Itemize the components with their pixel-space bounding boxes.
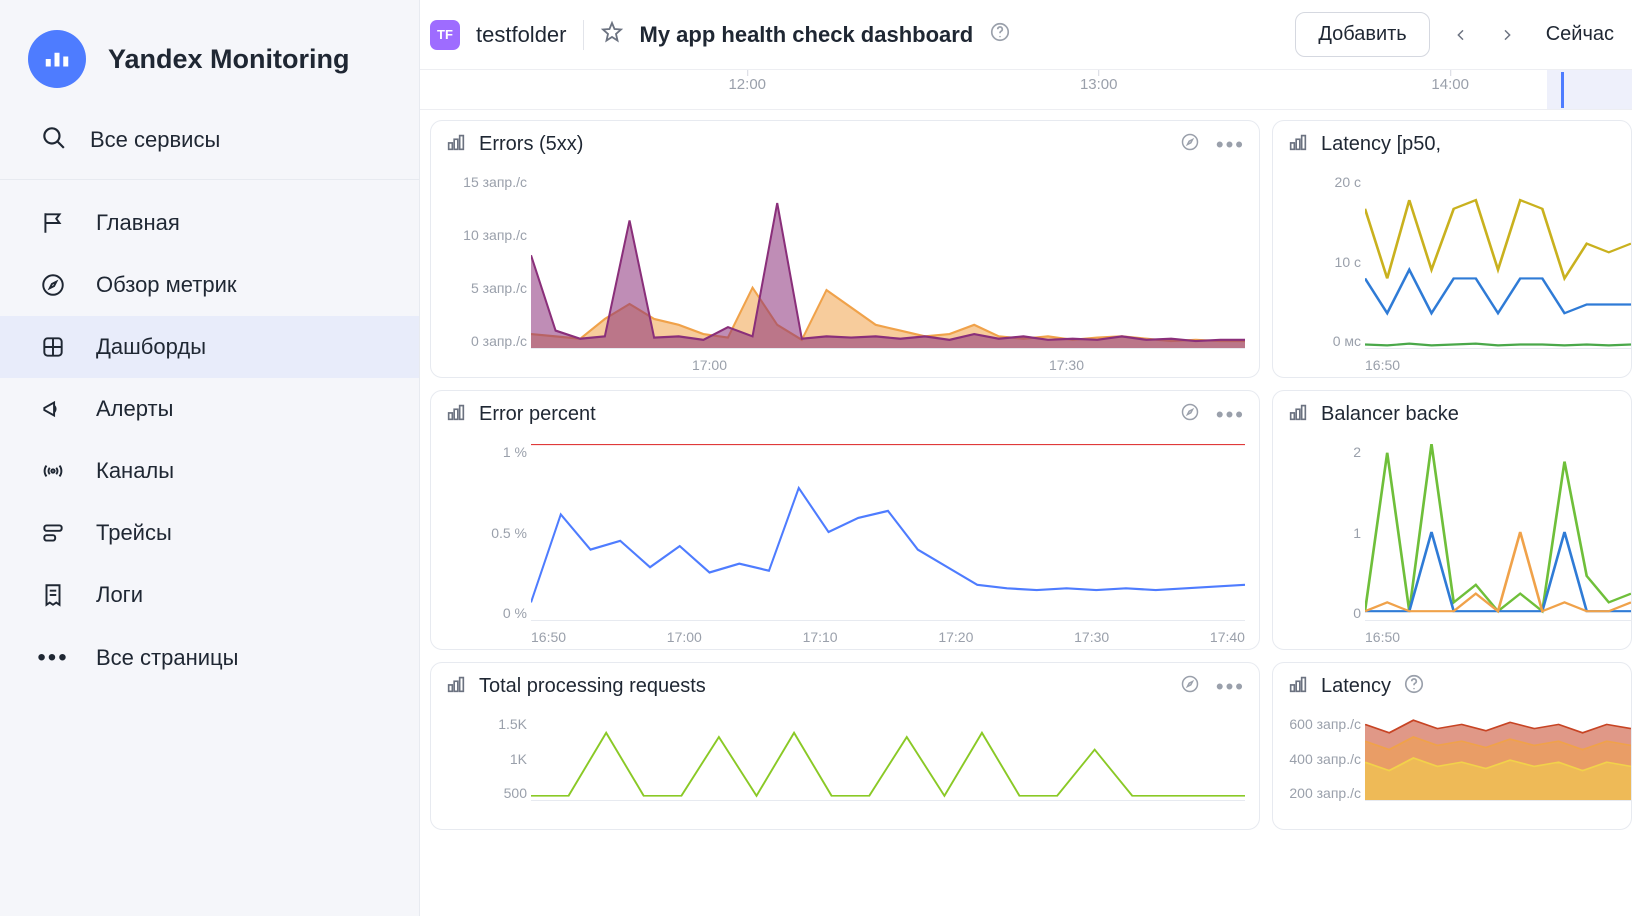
brand-logo: [28, 30, 86, 88]
panel-grid: Errors (5xx) ••• 15 запр./с 10 запр./с 5…: [420, 110, 1632, 916]
panel-error-percent: Error percent ••• 1 % 0.5 % 0 %: [430, 390, 1260, 650]
receipt-icon: [38, 582, 68, 608]
next-button[interactable]: [1492, 20, 1522, 50]
all-services-label: Все сервисы: [90, 127, 220, 153]
sidebar-item-label: Обзор метрик: [96, 272, 237, 298]
sidebar-item-metrics[interactable]: Обзор метрик: [0, 254, 419, 316]
sidebar-item-all-pages[interactable]: ••• Все страницы: [0, 626, 419, 690]
search-icon: [40, 124, 66, 155]
ellipsis-icon: •••: [38, 644, 68, 672]
sidebar-item-label: Дашборды: [96, 334, 206, 360]
now-label[interactable]: Сейчас: [1546, 23, 1614, 46]
panel-total-proc-chart[interactable]: 1.5K 1K 500: [431, 706, 1259, 829]
chart-icon: [445, 673, 467, 700]
panel-errors: Errors (5xx) ••• 15 запр./с 10 запр./с 5…: [430, 120, 1260, 378]
sidebar-item-traces[interactable]: Трейсы: [0, 502, 419, 564]
sidebar-item-label: Алерты: [96, 396, 173, 422]
panel-title: Latency [p50,: [1321, 133, 1441, 156]
time-ruler[interactable]: 12:00 13:00 14:00: [420, 70, 1632, 110]
all-services-button[interactable]: Все сервисы: [0, 108, 419, 180]
brand: Yandex Monitoring: [0, 0, 419, 108]
nav: Главная Обзор метрик Дашборды Алерты Кан…: [0, 180, 419, 690]
main: TF testfolder My app health check dashbo…: [420, 0, 1632, 916]
now-marker: [1561, 72, 1564, 108]
panel-title: Error percent: [479, 403, 596, 426]
panel-total-proc: Total processing requests ••• 1.5K 1K 50…: [430, 662, 1260, 830]
explore-icon[interactable]: [1180, 402, 1200, 427]
antenna-icon: [38, 458, 68, 484]
dashboard-title: My app health check dashboard: [640, 22, 974, 48]
folder-badge[interactable]: TF: [430, 20, 460, 50]
add-button[interactable]: Добавить: [1295, 12, 1429, 57]
panel-title: Balancer backe: [1321, 403, 1459, 426]
sidebar-item-channels[interactable]: Каналы: [0, 440, 419, 502]
help-icon[interactable]: [989, 21, 1011, 48]
panel-errors-chart[interactable]: 15 запр./с 10 запр./с 5 запр./с 0 запр./…: [431, 164, 1259, 377]
panel-title: Errors (5xx): [479, 133, 583, 156]
panel-title: Total processing requests: [479, 675, 706, 698]
explore-icon[interactable]: [1180, 674, 1200, 699]
sidebar-item-label: Логи: [96, 582, 143, 608]
panel-latency-chart[interactable]: 600 запр./с 400 запр./с 200 запр./с: [1273, 706, 1631, 829]
help-icon[interactable]: [1403, 673, 1425, 700]
chart-icon: [445, 131, 467, 158]
grid-icon: [38, 334, 68, 360]
sidebar-item-label: Все страницы: [96, 645, 238, 671]
star-icon[interactable]: [600, 20, 624, 49]
folder-name[interactable]: testfolder: [476, 22, 567, 48]
traces-icon: [38, 520, 68, 546]
ruler-tick: 12:00: [728, 76, 766, 93]
chart-icon: [1287, 673, 1309, 700]
panel-title: Latency: [1321, 675, 1391, 698]
brand-title: Yandex Monitoring: [108, 44, 350, 75]
sidebar: Yandex Monitoring Все сервисы Главная Об…: [0, 0, 420, 916]
panel-error-percent-chart[interactable]: 1 % 0.5 % 0 % 16:50 17:00 17:10 17:20 17…: [431, 434, 1259, 649]
ruler-tick: 13:00: [1080, 76, 1118, 93]
megaphone-icon: [38, 396, 68, 422]
chart-icon: [1287, 131, 1309, 158]
panel-balancer: Balancer backe 2 1 0 16:50: [1272, 390, 1632, 650]
sidebar-item-logs[interactable]: Логи: [0, 564, 419, 626]
panel-menu-icon[interactable]: •••: [1216, 676, 1245, 698]
chart-icon: [1287, 401, 1309, 428]
panel-latency-p50: Latency [p50, 20 с 10 с 0 мс 16:50: [1272, 120, 1632, 378]
panel-latency: Latency 600 запр./с 400 запр./с 200 запр…: [1272, 662, 1632, 830]
panel-balancer-chart[interactable]: 2 1 0 16:50: [1273, 434, 1631, 649]
ruler-tick: 14:00: [1431, 76, 1469, 93]
flag-icon: [38, 210, 68, 236]
sidebar-item-home[interactable]: Главная: [0, 192, 419, 254]
panel-col-right: Latency [p50, 20 с 10 с 0 мс 16:50: [1272, 120, 1632, 906]
compass-icon: [38, 272, 68, 298]
sidebar-item-alerts[interactable]: Алерты: [0, 378, 419, 440]
divider: [583, 20, 584, 50]
panel-menu-icon[interactable]: •••: [1216, 134, 1245, 156]
explore-icon[interactable]: [1180, 132, 1200, 157]
sidebar-item-label: Главная: [96, 210, 180, 236]
panel-latency-p50-chart[interactable]: 20 с 10 с 0 мс 16:50: [1273, 164, 1631, 377]
sidebar-item-dashboards[interactable]: Дашборды: [0, 316, 419, 378]
prev-button[interactable]: [1446, 20, 1476, 50]
monitoring-logo-icon: [42, 44, 72, 74]
panel-menu-icon[interactable]: •••: [1216, 404, 1245, 426]
panel-col-left: Errors (5xx) ••• 15 запр./с 10 запр./с 5…: [430, 120, 1260, 906]
sidebar-item-label: Каналы: [96, 458, 174, 484]
header: TF testfolder My app health check dashbo…: [420, 0, 1632, 70]
chart-icon: [445, 401, 467, 428]
sidebar-item-label: Трейсы: [96, 520, 172, 546]
